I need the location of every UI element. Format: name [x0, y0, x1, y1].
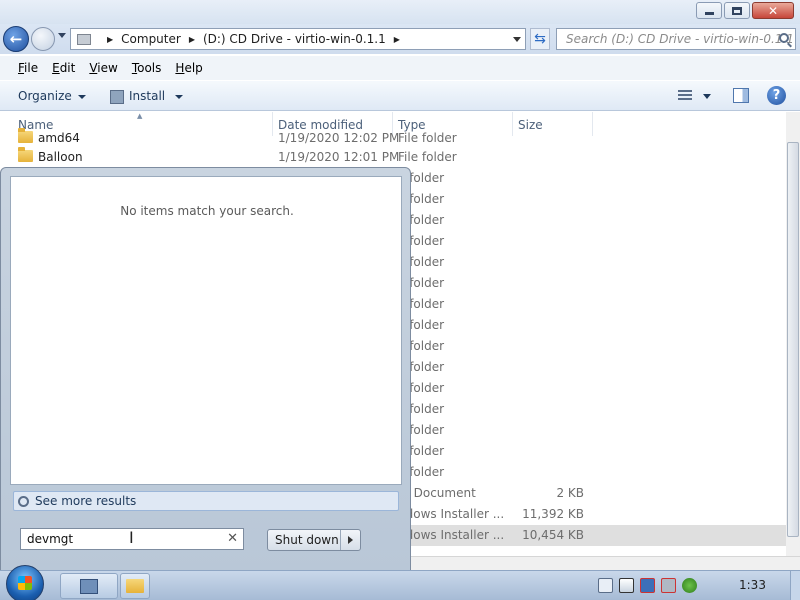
taskbar: 1:33: [0, 565, 800, 600]
file-type: File folder: [398, 131, 457, 145]
folder-icon: [18, 128, 33, 143]
start-menu: No items match your search. See more res…: [0, 167, 411, 572]
restore-icon: [732, 6, 742, 15]
chevron-right-icon[interactable]: ▶: [394, 35, 400, 44]
see-more-results-link[interactable]: See more results: [13, 491, 399, 511]
file-row-amd64[interactable]: amd64 1/19/2020 12:02 PM File folder: [0, 128, 786, 149]
address-dropdown[interactable]: [513, 37, 521, 42]
breadcrumb-computer[interactable]: Computer: [121, 32, 181, 46]
preview-pane-icon[interactable]: [733, 88, 749, 103]
menu-help[interactable]: Help: [175, 61, 202, 75]
back-arrow-icon: ←: [9, 30, 23, 48]
refresh-icon: ⇆: [534, 31, 546, 47]
views-dropdown[interactable]: [703, 94, 711, 99]
menu-view[interactable]: View: [89, 61, 117, 75]
file-date: 1/19/2020 12:01 PM: [278, 150, 400, 164]
forward-button[interactable]: [31, 27, 55, 51]
shutdown-button[interactable]: Shut down: [267, 529, 361, 551]
folder-icon: [126, 579, 144, 593]
scrollbar-thumb[interactable]: [787, 142, 799, 537]
search-icon: [779, 33, 789, 43]
clear-search-icon[interactable]: ✕: [227, 529, 238, 549]
server-manager-icon: [80, 578, 98, 594]
file-name: Balloon: [38, 150, 83, 164]
shutdown-label: Shut down: [275, 533, 339, 547]
volume-muted-icon[interactable]: [661, 578, 676, 593]
folder-icon: [18, 147, 33, 162]
back-button[interactable]: ←: [3, 26, 29, 52]
sort-ascending-icon: ▲: [137, 112, 143, 120]
shutdown-options-arrow[interactable]: [340, 530, 360, 550]
install-icon: [110, 89, 124, 104]
close-button[interactable]: ✕: [752, 2, 794, 19]
organize-button[interactable]: Organize: [18, 89, 86, 103]
action-center-flag-icon[interactable]: [619, 578, 634, 593]
see-more-label: See more results: [35, 494, 137, 508]
chevron-down-icon: [77, 94, 86, 99]
start-button[interactable]: [6, 565, 44, 600]
minimize-button[interactable]: [696, 2, 722, 19]
menu-tools[interactable]: Tools: [132, 61, 162, 75]
menu-bar: File Edit View Tools Help: [0, 56, 800, 80]
text-cursor-icon: I: [129, 528, 134, 547]
file-type: ndows Installer ...: [398, 528, 505, 542]
file-size: 11,392 KB: [522, 507, 584, 521]
file-type: File folder: [398, 150, 457, 164]
document-icon[interactable]: [598, 578, 613, 593]
file-row-balloon[interactable]: Balloon 1/19/2020 12:01 PM File folder: [0, 147, 786, 168]
install-button[interactable]: Install: [110, 89, 184, 104]
file-name: amd64: [38, 131, 80, 145]
chevron-right-icon[interactable]: ▶: [189, 35, 195, 44]
refresh-button[interactable]: ⇆: [530, 28, 550, 50]
taskbar-server-manager[interactable]: [60, 573, 118, 599]
minimize-icon: [704, 11, 714, 15]
file-date: 1/19/2020 12:02 PM: [278, 131, 400, 145]
chevron-right-icon[interactable]: ▶: [107, 35, 113, 44]
show-desktop-button[interactable]: [790, 571, 800, 600]
maximize-button[interactable]: [724, 2, 750, 19]
notification-area: [598, 578, 697, 593]
file-size: 10,454 KB: [522, 528, 584, 542]
search-input[interactable]: Search (D:) CD Drive - virtio-win-0.1.1: [556, 28, 796, 50]
computer-icon: [77, 33, 91, 45]
navigation-bar: ← ▶ Computer ▶ (D:) CD Drive - virtio-wi…: [0, 24, 800, 54]
caption-buttons: ✕: [696, 2, 794, 19]
chevron-down-icon: [175, 94, 184, 99]
search-icon: [18, 495, 29, 507]
network-error-icon[interactable]: [640, 578, 655, 593]
taskbar-explorer[interactable]: [120, 573, 150, 599]
file-size: 2 KB: [556, 486, 584, 500]
breadcrumb-cd-drive[interactable]: (D:) CD Drive - virtio-win-0.1.1: [203, 32, 386, 46]
search-placeholder: Search (D:) CD Drive - virtio-win-0.1.1: [566, 32, 794, 46]
clock[interactable]: 1:33: [739, 578, 766, 592]
menu-edit[interactable]: Edit: [52, 61, 75, 75]
search-results-panel: No items match your search.: [10, 176, 402, 485]
start-search-value: devmgt: [27, 532, 74, 546]
checkmark-icon[interactable]: [682, 578, 697, 593]
change-view-icon[interactable]: [678, 90, 692, 102]
vertical-scrollbar[interactable]: [786, 112, 800, 556]
command-bar: Organize Install ?: [0, 81, 800, 111]
menu-file[interactable]: File: [18, 61, 38, 75]
address-bar[interactable]: ▶ Computer ▶ (D:) CD Drive - virtio-win-…: [70, 28, 526, 50]
file-type: ndows Installer ...: [398, 507, 505, 521]
title-bar: ✕: [0, 0, 800, 24]
help-icon[interactable]: ?: [767, 86, 786, 105]
no-results-message: No items match your search.: [120, 204, 294, 218]
recent-pages-dropdown[interactable]: [58, 33, 66, 38]
close-icon: ✕: [767, 3, 779, 18]
